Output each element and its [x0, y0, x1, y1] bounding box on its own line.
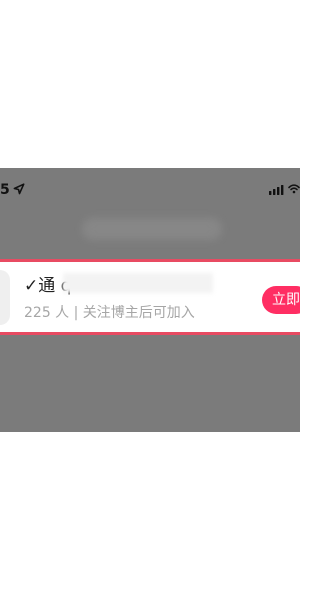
- status-bar: 5: [0, 180, 300, 200]
- join-button[interactable]: 立即: [262, 286, 300, 314]
- wifi-icon: [288, 184, 300, 194]
- signal-icon: [269, 185, 284, 195]
- screenshot-panel: 5 ✓通 q 225 人 | 关注博主后可加入 立即: [0, 168, 300, 432]
- location-arrow-icon: [13, 183, 25, 195]
- status-time: 5: [0, 182, 10, 198]
- group-avatar: [0, 270, 10, 325]
- name-redaction-mask: [63, 273, 213, 293]
- group-meta: 225 人 | 关注博主后可加入: [24, 305, 195, 321]
- blurred-page-title: [82, 218, 222, 240]
- group-card[interactable]: ✓通 q 225 人 | 关注博主后可加入 立即: [0, 259, 300, 335]
- page: 5 ✓通 q 225 人 | 关注博主后可加入 立即: [0, 0, 300, 600]
- bottom-white-margin: [0, 432, 300, 600]
- top-white-margin: [0, 0, 300, 168]
